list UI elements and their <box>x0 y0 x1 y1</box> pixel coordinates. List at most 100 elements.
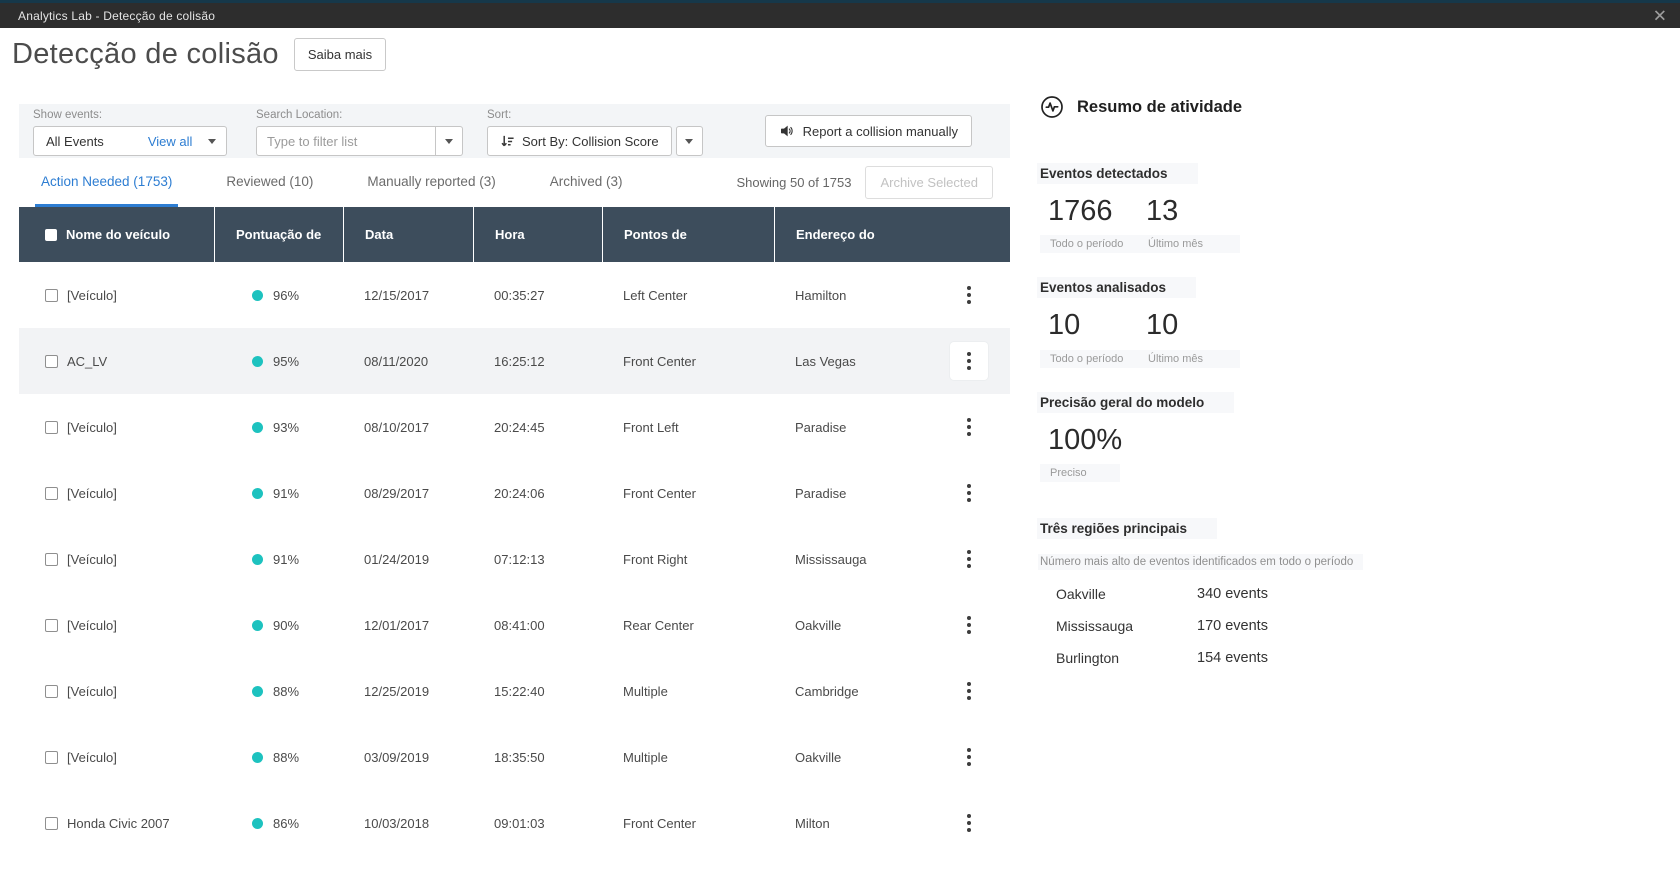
collision-score: 96% <box>273 288 299 303</box>
table-row[interactable]: [Veículo] 91% 08/29/2017 20:24:06 Front … <box>19 460 1010 526</box>
row-menu-button[interactable] <box>950 276 988 314</box>
row-checkbox[interactable] <box>45 817 58 830</box>
row-checkbox[interactable] <box>45 421 58 434</box>
event-time: 07:12:13 <box>473 552 602 567</box>
table-row[interactable]: [Veículo] 91% 01/24/2019 07:12:13 Front … <box>19 526 1010 592</box>
table-row[interactable]: AC_LV 95% 08/11/2020 16:25:12 Front Cent… <box>19 328 1010 394</box>
sort-label: Sort: <box>487 109 703 121</box>
column-header-address: Endereço do <box>774 207 1010 262</box>
showing-count-text: Showing 50 of 1753 <box>737 175 852 190</box>
impact-point: Front Right <box>602 552 774 567</box>
stat-caption: Último mês <box>1138 238 1236 250</box>
event-date: 03/09/2019 <box>343 750 473 765</box>
sort-by-value: Sort By: Collision Score <box>522 134 659 149</box>
row-checkbox[interactable] <box>45 553 58 566</box>
impact-point: Front Center <box>602 816 774 831</box>
event-time: 08:41:00 <box>473 618 602 633</box>
score-dot-icon <box>252 290 263 301</box>
event-time: 00:35:27 <box>473 288 602 303</box>
collision-score: 88% <box>273 750 299 765</box>
stat-caption: Preciso <box>1040 467 1120 479</box>
score-dot-icon <box>252 620 263 631</box>
row-menu-button[interactable] <box>950 804 988 842</box>
view-all-link[interactable]: View all <box>148 134 193 149</box>
vehicle-name: AC_LV <box>67 354 107 369</box>
event-date: 12/25/2019 <box>343 684 473 699</box>
sort-group: Sort: Sort By: Collision Score <box>487 109 703 158</box>
close-icon[interactable]: ✕ <box>1653 7 1667 24</box>
section-heading: Eventos analisados <box>1037 277 1196 298</box>
table-row[interactable]: [Veículo] 93% 08/10/2017 20:24:45 Front … <box>19 394 1010 460</box>
table-row[interactable]: [Veículo] 88% 12/25/2019 15:22:40 Multip… <box>19 658 1010 724</box>
kebab-icon <box>967 484 971 502</box>
collision-score: 88% <box>273 684 299 699</box>
region-count: 340 events <box>1197 586 1268 602</box>
column-header-score: Pontuação de <box>214 207 343 262</box>
tabs-bar: Action Needed (1753) Reviewed (10) Manua… <box>19 158 1010 207</box>
score-dot-icon <box>252 422 263 433</box>
row-checkbox[interactable] <box>45 751 58 764</box>
tab-manually-reported[interactable]: Manually reported (3) <box>361 158 501 207</box>
select-all-checkbox[interactable] <box>45 229 57 241</box>
collision-score: 95% <box>273 354 299 369</box>
search-location-input[interactable] <box>256 126 436 156</box>
archive-selected-button[interactable]: Archive Selected <box>865 166 993 199</box>
section-events-detected: Eventos detectados 1766 13 Todo o períod… <box>1040 163 1440 253</box>
activity-icon <box>1040 95 1064 119</box>
row-menu-button[interactable] <box>950 474 988 512</box>
sort-by-button[interactable]: Sort By: Collision Score <box>487 126 672 156</box>
tab-archived[interactable]: Archived (3) <box>544 158 629 207</box>
impact-point: Front Center <box>602 486 774 501</box>
kebab-icon <box>967 748 971 766</box>
row-checkbox[interactable] <box>45 355 58 368</box>
learn-more-button[interactable]: Saiba mais <box>294 38 386 71</box>
chevron-down-icon <box>685 139 693 144</box>
row-menu-button[interactable] <box>950 408 988 446</box>
table-row[interactable]: [Veículo] 88% 03/09/2019 18:35:50 Multip… <box>19 724 1010 790</box>
table-row[interactable]: [Veículo] 90% 12/01/2017 08:41:00 Rear C… <box>19 592 1010 658</box>
tab-reviewed[interactable]: Reviewed (10) <box>220 158 319 207</box>
show-events-value: All Events <box>46 134 104 149</box>
row-menu-button[interactable] <box>950 606 988 644</box>
megaphone-icon <box>779 123 795 139</box>
column-header-date: Data <box>343 207 473 262</box>
score-dot-icon <box>252 356 263 367</box>
row-checkbox[interactable] <box>45 685 58 698</box>
row-menu-button[interactable] <box>950 672 988 710</box>
stat-caption: Todo o período <box>1040 238 1138 250</box>
table-body: [Veículo] 96% 12/15/2017 00:35:27 Left C… <box>19 262 1010 856</box>
search-location-dropdown-button[interactable] <box>436 126 463 156</box>
row-checkbox[interactable] <box>45 619 58 632</box>
collision-score: 91% <box>273 552 299 567</box>
stat-value: 10 <box>1146 309 1236 342</box>
vehicle-name: [Veículo] <box>67 420 117 435</box>
kebab-icon <box>967 814 971 832</box>
chevron-down-icon <box>445 139 453 144</box>
impact-point: Rear Center <box>602 618 774 633</box>
report-collision-label: Report a collision manually <box>803 124 958 139</box>
row-menu-button[interactable] <box>950 540 988 578</box>
event-date: 08/10/2017 <box>343 420 473 435</box>
stat-value: 1766 <box>1048 195 1138 228</box>
row-menu-button[interactable] <box>950 342 988 380</box>
show-events-dropdown[interactable]: All Events View all <box>33 126 227 156</box>
row-menu-button[interactable] <box>950 738 988 776</box>
collision-score: 90% <box>273 618 299 633</box>
report-collision-button[interactable]: Report a collision manually <box>765 115 972 147</box>
vehicle-name: [Veículo] <box>67 684 117 699</box>
score-dot-icon <box>252 752 263 763</box>
table-row[interactable]: [Veículo] 96% 12/15/2017 00:35:27 Left C… <box>19 262 1010 328</box>
table-row[interactable]: Honda Civic 2007 86% 10/03/2018 09:01:03… <box>19 790 1010 856</box>
collision-score: 86% <box>273 816 299 831</box>
region-name: Oakville <box>1040 586 1197 602</box>
row-checkbox[interactable] <box>45 289 58 302</box>
score-dot-icon <box>252 554 263 565</box>
search-location-label: Search Location: <box>256 109 463 121</box>
sort-dropdown-button[interactable] <box>676 126 703 156</box>
stat-value: 100% <box>1048 424 1138 457</box>
tab-action-needed[interactable]: Action Needed (1753) <box>35 158 178 207</box>
impact-point: Multiple <box>602 750 774 765</box>
score-dot-icon <box>252 818 263 829</box>
row-checkbox[interactable] <box>45 487 58 500</box>
window-titlebar: Analytics Lab - Detecção de colisão ✕ <box>0 3 1680 28</box>
